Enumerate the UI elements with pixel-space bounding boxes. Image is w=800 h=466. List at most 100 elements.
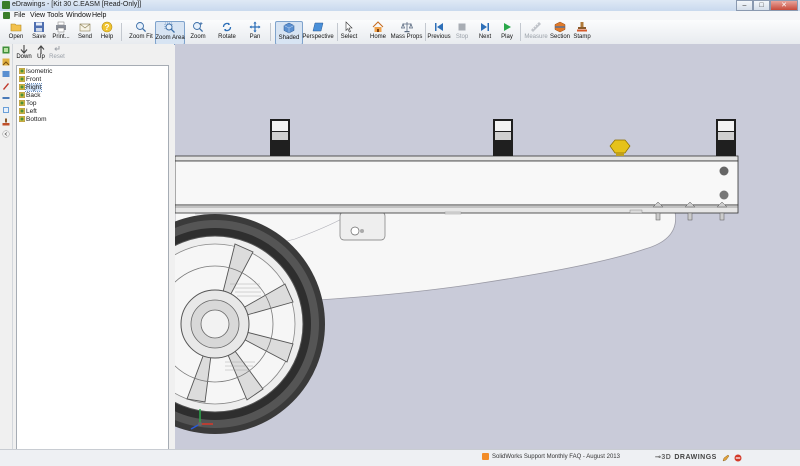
model-viewport[interactable] bbox=[175, 44, 800, 449]
view-icon bbox=[19, 84, 25, 90]
select-button[interactable]: Select bbox=[341, 21, 357, 43]
view-item-bottom[interactable]: Bottom bbox=[19, 115, 47, 123]
rss-feed-link[interactable]: SolidWorks Support Monthly FAQ - August … bbox=[482, 453, 620, 460]
minimize-button[interactable]: – bbox=[736, 0, 753, 11]
zoom-label: Zoom bbox=[190, 34, 206, 40]
next-button[interactable]: Next bbox=[477, 21, 493, 43]
arrow-up-icon bbox=[37, 45, 45, 54]
edrawings-brand: ⊸3D DRAWINGS bbox=[655, 453, 717, 462]
zoom-area-icon bbox=[164, 22, 175, 33]
view-item-isometric[interactable]: Isometric bbox=[19, 67, 52, 75]
view-label: Top bbox=[26, 99, 37, 107]
toolbar-separator bbox=[520, 23, 521, 41]
view-label: Right bbox=[24, 82, 43, 92]
print-label: Print... bbox=[52, 34, 70, 40]
components-tab-icon[interactable] bbox=[2, 46, 10, 54]
select-label: Select bbox=[340, 34, 358, 40]
magnifier-icon bbox=[193, 22, 204, 33]
stamp-icon bbox=[577, 22, 587, 32]
view-icon bbox=[19, 76, 25, 82]
view-item-right[interactable]: Right bbox=[19, 82, 43, 92]
view-label: Left bbox=[26, 107, 37, 115]
scale-icon bbox=[400, 22, 413, 33]
stamp-button[interactable]: Stamp bbox=[573, 21, 591, 43]
rotate-icon bbox=[222, 22, 232, 32]
window-title: eDrawings - [Kit 30 C.EASM [Read-Only]] bbox=[12, 1, 142, 8]
no-entry-icon[interactable] bbox=[734, 454, 742, 462]
section-button[interactable]: Section bbox=[549, 21, 571, 43]
measure-button[interactable]: Measure bbox=[524, 21, 548, 43]
zoom-fit-button[interactable]: Zoom Fit bbox=[129, 21, 153, 43]
previous-label: Previous bbox=[427, 34, 451, 40]
arrow-down-icon bbox=[20, 45, 28, 54]
perspective-cube-icon bbox=[312, 22, 324, 32]
skip-forward-icon bbox=[481, 23, 489, 31]
reset-arrow-icon bbox=[54, 46, 60, 51]
view-item-front[interactable]: Front bbox=[19, 75, 41, 83]
view-item-back[interactable]: Back bbox=[19, 91, 40, 99]
rotate-label: Rotate bbox=[218, 34, 236, 40]
save-button[interactable]: Save bbox=[30, 21, 48, 43]
move-up-button[interactable]: Up bbox=[33, 45, 49, 61]
toolbar-separator bbox=[337, 23, 338, 41]
view-icon bbox=[19, 92, 25, 98]
section-label: Section bbox=[549, 34, 570, 40]
home-button[interactable]: Home bbox=[369, 21, 387, 43]
views-list: Isometric Front Right Back Top Left Bott… bbox=[16, 65, 169, 451]
perspective-button[interactable]: Perspective bbox=[302, 21, 334, 43]
model-rendering[interactable] bbox=[175, 44, 800, 449]
rotate-button[interactable]: Rotate bbox=[217, 21, 237, 43]
view-icon bbox=[19, 100, 25, 106]
stop-button[interactable]: Stop bbox=[455, 21, 469, 43]
brand-text: DRAWINGS bbox=[674, 453, 717, 461]
zoom-area-label: Zoom Area bbox=[155, 35, 185, 41]
play-button[interactable]: Play bbox=[500, 21, 514, 43]
view-icon bbox=[19, 116, 25, 122]
zoom-fit-icon bbox=[136, 22, 147, 33]
document-icon bbox=[3, 12, 10, 19]
help-button[interactable]: ? Help bbox=[99, 21, 115, 43]
window-controls: – □ ✕ bbox=[736, 0, 798, 11]
markup-tab-icon[interactable] bbox=[2, 82, 10, 90]
menu-help[interactable]: Help bbox=[92, 12, 106, 19]
views-tab-icon[interactable] bbox=[2, 58, 10, 66]
folder-open-icon bbox=[10, 23, 22, 32]
next-label: Next bbox=[478, 34, 492, 40]
zoom-area-button[interactable]: Zoom Area bbox=[155, 21, 185, 45]
measure-tab-icon[interactable] bbox=[2, 94, 10, 102]
zoom-button[interactable]: Zoom bbox=[189, 21, 207, 43]
view-label: Back bbox=[26, 91, 41, 99]
rss-icon bbox=[482, 453, 489, 460]
skip-back-icon bbox=[435, 23, 443, 31]
pan-button[interactable]: Pan bbox=[248, 21, 262, 43]
printer-icon bbox=[56, 21, 66, 33]
move-down-button[interactable]: Down bbox=[16, 45, 32, 61]
sheets-tab-icon[interactable] bbox=[2, 106, 10, 114]
menu-file[interactable]: File bbox=[14, 12, 25, 19]
toolbar-separator bbox=[121, 23, 122, 41]
menu-tools[interactable]: Tools bbox=[47, 12, 63, 19]
mass-props-label: Mass Props bbox=[390, 34, 423, 40]
rss-message: SolidWorks Support Monthly FAQ - August … bbox=[492, 453, 620, 460]
menu-view[interactable]: View bbox=[30, 12, 45, 19]
view-item-left[interactable]: Left bbox=[19, 107, 37, 115]
rail-tower bbox=[716, 119, 736, 156]
configurations-tab-icon[interactable] bbox=[2, 70, 10, 78]
previous-button[interactable]: Previous bbox=[427, 21, 451, 43]
open-button[interactable]: Open bbox=[6, 21, 26, 43]
print-button[interactable]: Print... bbox=[51, 21, 71, 43]
mass-props-button[interactable]: Mass Props bbox=[390, 21, 423, 43]
view-item-top[interactable]: Top bbox=[19, 99, 36, 107]
maximize-button[interactable]: □ bbox=[753, 0, 770, 11]
stamp-tab-icon[interactable] bbox=[2, 118, 10, 126]
close-button[interactable]: ✕ bbox=[770, 0, 798, 11]
menu-window[interactable]: Window bbox=[66, 12, 91, 19]
stamp-label: Stamp bbox=[573, 34, 591, 40]
shaded-button[interactable]: Shaded bbox=[275, 21, 303, 45]
help-label: Help bbox=[100, 34, 114, 40]
reset-button[interactable]: Reset bbox=[49, 45, 65, 61]
pencil-icon[interactable] bbox=[722, 454, 730, 462]
envelope-icon bbox=[79, 23, 91, 32]
collapse-panel-icon[interactable] bbox=[2, 130, 10, 138]
send-button[interactable]: Send bbox=[76, 21, 94, 43]
